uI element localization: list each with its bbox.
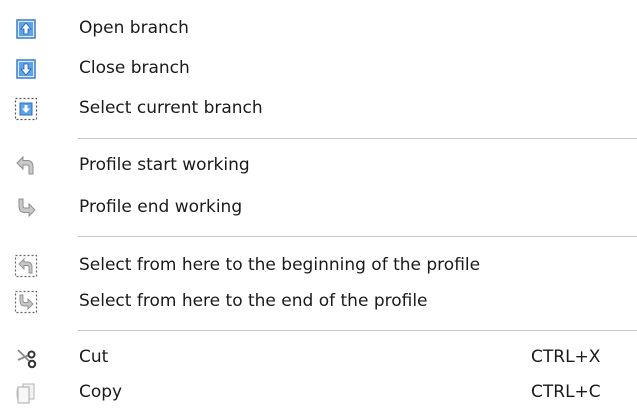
menu-item-select-to-beginning[interactable]: Select from here to the beginning of the… — [0, 248, 637, 284]
menu-item-open-branch[interactable]: Open branch — [0, 11, 637, 47]
branch-close-arrow-down-icon — [14, 57, 38, 81]
menu-item-shortcut: CTRL+C — [531, 382, 601, 402]
profile-end-arrow-icon — [14, 196, 38, 220]
menu-item-label: Select from here to the beginning of the… — [79, 255, 481, 275]
profile-start-arrow-icon — [14, 154, 38, 178]
menu-separator — [78, 236, 637, 238]
menu-item-label: Profile start working — [79, 155, 250, 175]
menu-separator — [78, 138, 637, 140]
menu-separator — [78, 330, 637, 332]
menu-item-label: Cut — [79, 347, 109, 367]
menu-item-label: Open branch — [79, 18, 189, 38]
context-menu: Open branch Close branch Select current … — [0, 0, 637, 418]
menu-item-profile-start-working[interactable]: Profile start working — [0, 148, 637, 184]
select-to-end-icon — [14, 290, 38, 314]
menu-item-profile-end-working[interactable]: Profile end working — [0, 190, 637, 226]
menu-item-copy[interactable]: Copy CTRL+C — [0, 375, 637, 411]
select-to-beginning-icon — [14, 254, 38, 278]
scissors-icon — [14, 346, 38, 370]
branch-open-arrow-up-icon — [14, 17, 38, 41]
menu-item-shortcut: CTRL+X — [531, 347, 601, 367]
copy-pages-icon — [14, 381, 38, 405]
menu-item-select-current-branch[interactable]: Select current branch — [0, 91, 637, 127]
menu-item-close-branch[interactable]: Close branch — [0, 51, 637, 87]
select-branch-icon — [14, 97, 38, 121]
menu-item-cut[interactable]: Cut CTRL+X — [0, 340, 637, 376]
menu-item-label: Copy — [79, 382, 123, 402]
menu-item-label: Profile end working — [79, 197, 243, 217]
menu-item-label: Close branch — [79, 58, 190, 78]
menu-item-select-to-end[interactable]: Select from here to the end of the profi… — [0, 284, 637, 320]
menu-item-label: Select current branch — [79, 98, 263, 118]
menu-item-label: Select from here to the end of the profi… — [79, 291, 428, 311]
